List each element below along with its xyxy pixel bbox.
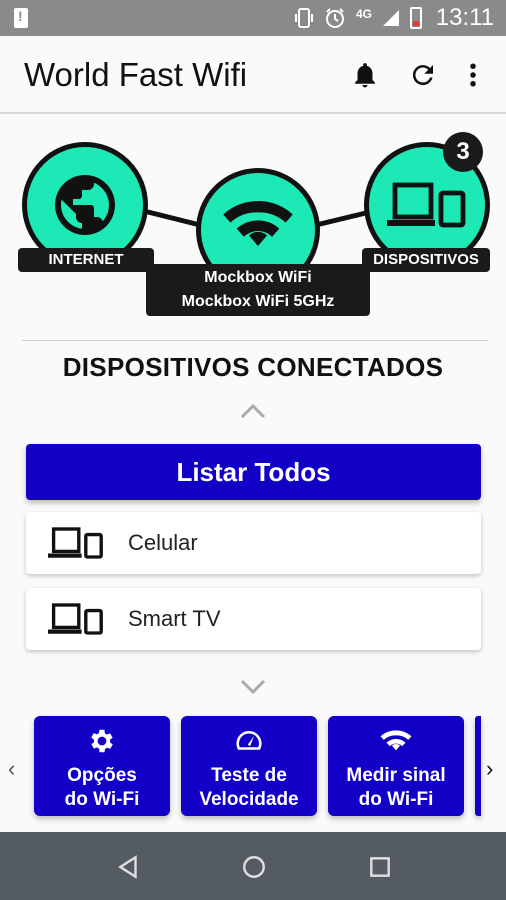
gear-icon bbox=[91, 729, 113, 753]
alarm-icon bbox=[325, 8, 344, 28]
card-label-line2: do Wi-Fi bbox=[64, 789, 140, 810]
next-card-peek[interactable] bbox=[475, 716, 481, 816]
section-title: DISPOSITIVOS CONECTADOS bbox=[62, 352, 444, 382]
status-bar: 4G 13:11 bbox=[0, 0, 506, 36]
card-label-line1: Teste de bbox=[211, 765, 287, 786]
list-all-button[interactable]: Listar Todos bbox=[26, 444, 481, 500]
card-label-line1: Medir sinal bbox=[346, 765, 446, 786]
app-bar: World Fast Wifi bbox=[0, 36, 506, 114]
speed-test-card[interactable]: Teste de Velocidade bbox=[181, 716, 317, 816]
devices-icon bbox=[48, 527, 103, 559]
device-count-badge: 3 bbox=[443, 132, 483, 172]
card-label-line1: Opções bbox=[67, 765, 137, 786]
carousel-prev-icon[interactable]: ‹ bbox=[8, 756, 15, 782]
wifi-name-2g: Mockbox WiFi bbox=[204, 269, 312, 286]
wifi-options-card[interactable]: Opções do Wi-Fi bbox=[34, 716, 170, 816]
battery-icon bbox=[410, 7, 422, 29]
status-time: 13:11 bbox=[435, 4, 494, 31]
globe-icon bbox=[55, 175, 115, 235]
alert-icon bbox=[14, 8, 28, 28]
network-type: 4G bbox=[355, 7, 372, 21]
chevron-up-icon[interactable] bbox=[240, 402, 266, 420]
device-label: Celular bbox=[128, 530, 198, 555]
more-vert-icon[interactable] bbox=[458, 60, 488, 90]
home-icon[interactable] bbox=[241, 854, 267, 880]
wifi-icon bbox=[223, 201, 293, 246]
wifi-name-5g: Mockbox WiFi 5GHz bbox=[181, 293, 335, 310]
devices-icon bbox=[48, 603, 103, 635]
card-label-line2: do Wi-Fi bbox=[358, 789, 434, 810]
signal-strength-card[interactable]: Medir sinal do Wi-Fi bbox=[328, 716, 464, 816]
wifi-icon bbox=[380, 730, 412, 751]
carousel-next-icon[interactable]: › bbox=[486, 756, 493, 782]
navigation-bar bbox=[0, 832, 506, 900]
devices-label: DISPOSITIVOS bbox=[362, 248, 490, 272]
vibrate-icon bbox=[294, 8, 313, 28]
device-label: Smart TV bbox=[128, 606, 221, 631]
signal-icon bbox=[383, 10, 399, 26]
device-row-celular[interactable]: Celular bbox=[26, 512, 481, 574]
devices-icon bbox=[387, 182, 466, 228]
refresh-icon[interactable] bbox=[408, 60, 438, 90]
app-title: World Fast Wifi bbox=[24, 56, 248, 93]
bell-icon[interactable] bbox=[350, 60, 380, 90]
recents-icon[interactable] bbox=[367, 854, 393, 880]
device-row-smart-tv[interactable]: Smart TV bbox=[26, 588, 481, 650]
card-label-line2: Velocidade bbox=[199, 789, 299, 810]
divider bbox=[22, 340, 488, 341]
speedometer-icon bbox=[236, 730, 262, 750]
network-diagram: INTERNET Mockbox WiFi Mockbox WiFi 5GHz … bbox=[0, 130, 506, 320]
back-icon[interactable] bbox=[116, 854, 142, 880]
internet-label: INTERNET bbox=[18, 248, 154, 272]
chevron-down-icon[interactable] bbox=[240, 678, 266, 696]
wifi-names-label: Mockbox WiFi Mockbox WiFi 5GHz bbox=[146, 264, 370, 316]
